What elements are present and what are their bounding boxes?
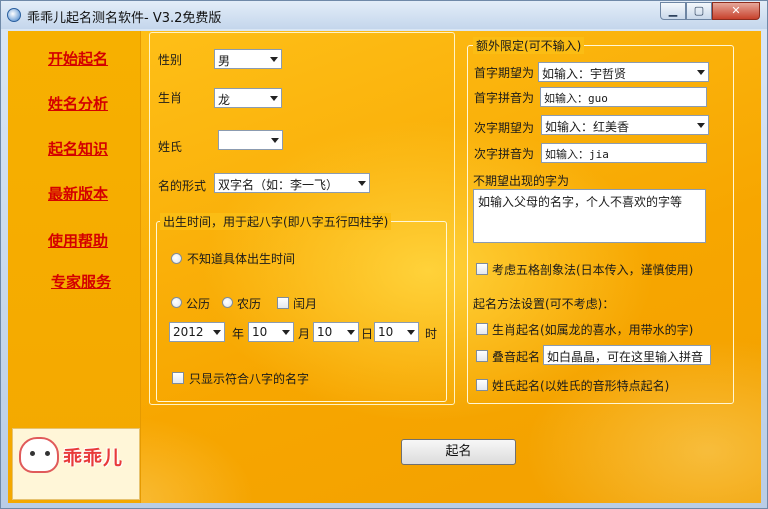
zodiac-method-checkbox[interactable] xyxy=(476,323,488,335)
lunar-calendar-radio[interactable] xyxy=(222,297,233,308)
leap-month-label: 闰月 xyxy=(293,297,318,311)
chevron-down-icon xyxy=(213,330,221,335)
surname-select[interactable] xyxy=(218,130,283,150)
sidebar-item-start-naming[interactable]: 开始起名 xyxy=(48,48,108,69)
name-form-select[interactable]: 双字名（如：李一飞） xyxy=(214,173,370,193)
leap-month-checkbox[interactable] xyxy=(277,297,289,309)
overlap-pinyin-input[interactable]: 如白晶晶，可在这里输入拼音 xyxy=(543,345,711,365)
app-window: 乖乖儿起名测名软件- V3.2免费版 ▁ ▢ ✕ 开始起名 姓名分析 起名知识 … xyxy=(0,0,768,509)
sidebar-item-latest-version[interactable]: 最新版本 xyxy=(48,183,108,204)
sidebar-item-help[interactable]: 使用帮助 xyxy=(48,230,108,251)
overlap-method-label: 叠音起名 xyxy=(492,350,541,364)
month-value: 10 xyxy=(252,325,268,339)
unknown-time-radio[interactable] xyxy=(171,253,182,264)
second-pinyin-input[interactable]: 如输入：jia xyxy=(541,143,707,163)
main-client-area: 开始起名 姓名分析 起名知识 最新版本 使用帮助 专家服务 乖乖儿 性别 男 生… xyxy=(8,31,761,503)
year-value: 2012 xyxy=(173,325,204,339)
surname-method-label: 姓氏起名(以姓氏的音形特点起名) xyxy=(492,379,670,393)
zodiac-method-label: 生肖起名(如属龙的喜水，用带水的字) xyxy=(492,323,694,337)
name-form-label: 名的形式 xyxy=(158,179,207,193)
chevron-down-icon xyxy=(271,138,279,143)
chevron-down-icon xyxy=(407,330,415,335)
bazi-only-checkbox[interactable] xyxy=(172,372,184,384)
chevron-down-icon xyxy=(270,96,278,101)
surname-method-checkbox[interactable] xyxy=(476,379,488,391)
chevron-down-icon xyxy=(358,181,366,186)
chevron-down-icon xyxy=(347,330,355,335)
day-select[interactable]: 10 xyxy=(313,322,359,342)
hour-select[interactable]: 10 xyxy=(374,322,419,342)
logo-text: 乖乖儿 xyxy=(63,447,124,469)
second-char-value: 如输入：红美香 xyxy=(545,120,630,134)
hour-value: 10 xyxy=(378,325,394,339)
wuge-label: 考虑五格剖象法(日本传入，谨慎使用) xyxy=(492,263,694,277)
chevron-down-icon xyxy=(282,330,290,335)
day-unit: 日 xyxy=(361,327,374,341)
minimize-icon: ▁ xyxy=(668,4,678,17)
second-char-label: 次字期望为 xyxy=(474,121,535,135)
name-form-value: 双字名（如：李一飞） xyxy=(218,178,339,192)
first-char-combo[interactable]: 如输入：宇哲贤 xyxy=(538,62,709,82)
gender-label: 性别 xyxy=(158,53,183,67)
window-title: 乖乖儿起名测名软件- V3.2免费版 xyxy=(27,11,222,26)
chevron-down-icon xyxy=(270,57,278,62)
unwanted-chars-label: 不期望出现的字为 xyxy=(473,174,570,188)
close-button[interactable]: ✕ xyxy=(712,2,760,20)
first-pinyin-label: 首字拼音为 xyxy=(474,91,535,105)
month-select[interactable]: 10 xyxy=(248,322,294,342)
solar-calendar-label: 公历 xyxy=(186,297,211,311)
sidebar-item-expert-service[interactable]: 专家服务 xyxy=(51,271,111,292)
minimize-button[interactable]: ▁ xyxy=(660,2,686,20)
second-char-combo[interactable]: 如输入：红美香 xyxy=(541,115,709,135)
sidebar-item-name-analysis[interactable]: 姓名分析 xyxy=(48,93,108,114)
chevron-down-icon xyxy=(697,123,705,128)
mascot-face-icon xyxy=(19,437,59,473)
year-select[interactable]: 2012 xyxy=(169,322,225,342)
maximize-button[interactable]: ▢ xyxy=(686,2,712,20)
method-title: 起名方法设置(可不考虑)： xyxy=(473,297,615,311)
overlap-method-checkbox[interactable] xyxy=(476,350,488,362)
second-pinyin-label: 次字拼音为 xyxy=(474,147,535,161)
month-unit: 月 xyxy=(298,327,311,341)
first-char-value: 如输入：宇哲贤 xyxy=(542,67,627,81)
maximize-icon: ▢ xyxy=(693,4,705,17)
lunar-calendar-label: 农历 xyxy=(237,297,262,311)
day-value: 10 xyxy=(317,325,333,339)
first-pinyin-input[interactable]: 如输入：guo xyxy=(540,87,707,107)
unknown-time-label: 不知道具体出生时间 xyxy=(187,252,296,266)
zodiac-value: 龙 xyxy=(218,93,231,107)
sidebar-item-naming-knowledge[interactable]: 起名知识 xyxy=(48,138,108,159)
sidebar: 开始起名 姓名分析 起名知识 最新版本 使用帮助 专家服务 乖乖儿 xyxy=(8,31,141,503)
hour-unit: 时 xyxy=(425,327,438,341)
gender-select[interactable]: 男 xyxy=(214,49,282,69)
close-icon: ✕ xyxy=(731,4,741,17)
first-char-label: 首字期望为 xyxy=(474,66,535,80)
wuge-checkbox[interactable] xyxy=(476,263,488,275)
unwanted-chars-textarea[interactable]: 如输入父母的名字，个人不喜欢的字等 xyxy=(473,189,706,243)
brand-logo: 乖乖儿 xyxy=(12,428,140,500)
surname-label: 姓氏 xyxy=(158,140,183,154)
extra-constraints-legend: 额外限定(可不输入) xyxy=(473,37,585,54)
chevron-down-icon xyxy=(697,70,705,75)
gender-value: 男 xyxy=(218,54,231,68)
title-bar[interactable]: 乖乖儿起名测名软件- V3.2免费版 ▁ ▢ ✕ xyxy=(1,1,767,29)
zodiac-label: 生肖 xyxy=(158,91,183,105)
solar-calendar-radio[interactable] xyxy=(171,297,182,308)
generate-name-button[interactable]: 起名 xyxy=(401,439,516,465)
birth-time-legend: 出生时间，用于起八字(即八字五行四柱学) xyxy=(160,213,392,230)
year-unit: 年 xyxy=(232,327,245,341)
zodiac-select[interactable]: 龙 xyxy=(214,88,282,108)
bazi-only-label: 只显示符合八字的名字 xyxy=(189,372,310,386)
app-icon xyxy=(7,8,21,22)
